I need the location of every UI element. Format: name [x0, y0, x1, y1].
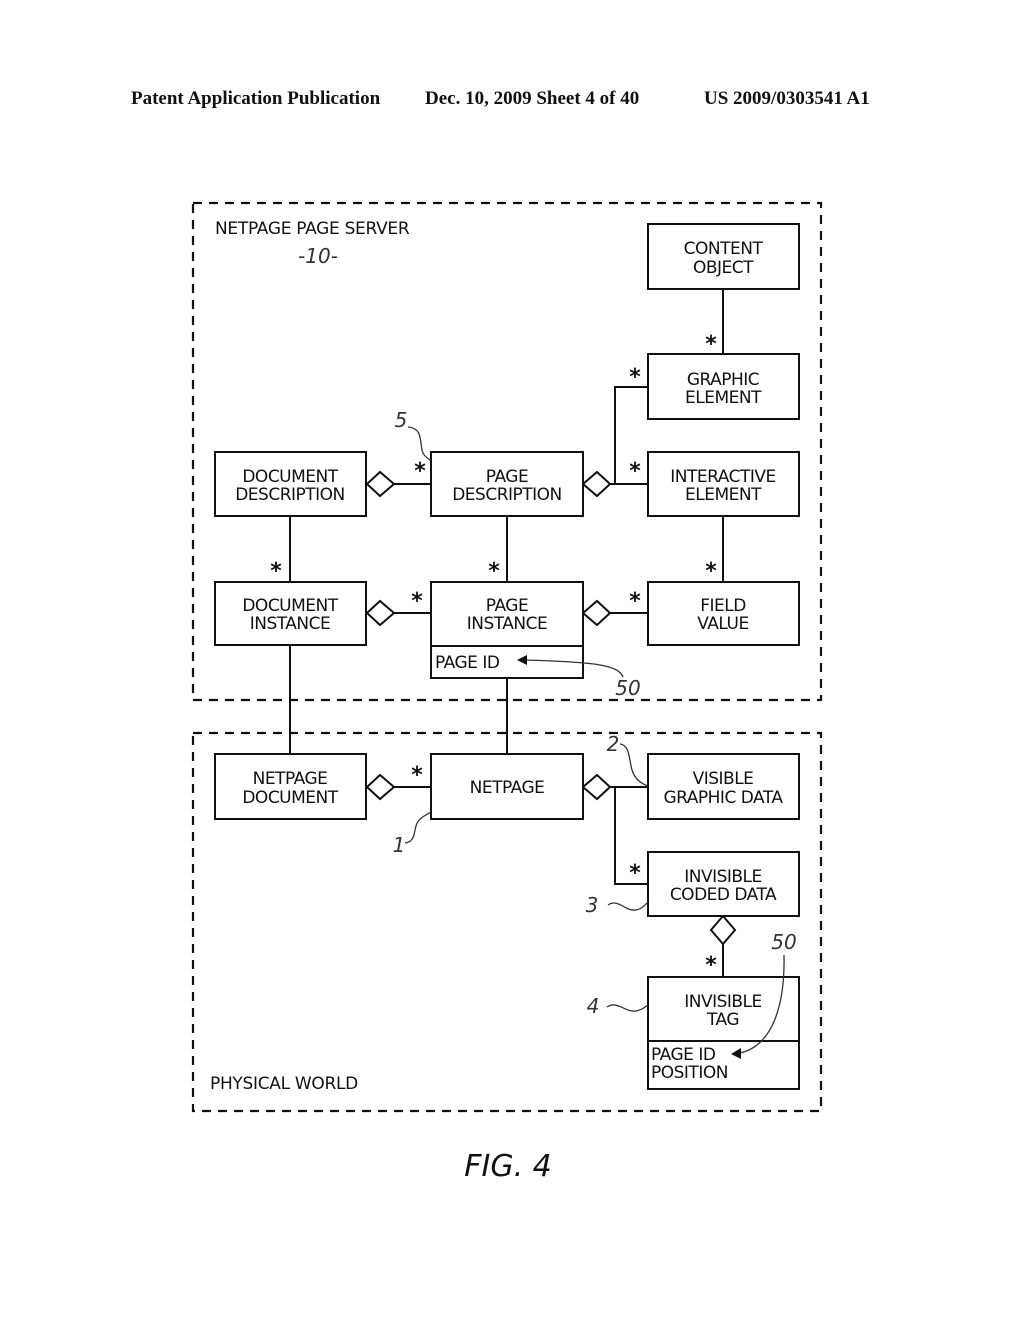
- box-label: DOCUMENT: [242, 788, 338, 808]
- multiplicity-star: *: [488, 559, 500, 584]
- box-label: DESCRIPTION: [235, 485, 345, 505]
- server-ref-number: -10-: [298, 244, 338, 268]
- leader-line: [619, 743, 649, 787]
- server-region-label: NETPAGE PAGE SERVER: [215, 219, 410, 239]
- leader-line: [407, 426, 432, 462]
- multiplicity-star: *: [629, 365, 641, 390]
- box-label: TAG: [706, 1010, 739, 1030]
- box-label: ELEMENT: [685, 388, 762, 408]
- figure-caption: FIG. 4: [464, 1149, 552, 1184]
- multiplicity-star: *: [629, 861, 641, 886]
- box-label: NETPAGE: [470, 778, 545, 798]
- box-visible-graphic-data: VISIBLE GRAPHIC DATA: [647, 753, 800, 820]
- ref-1: 1: [393, 833, 406, 857]
- box-label: INTERACTIVE: [670, 467, 775, 487]
- multiplicity-star: *: [629, 459, 641, 484]
- box-label: INVISIBLE: [684, 992, 762, 1012]
- ref-50-tag: 50: [771, 930, 796, 954]
- diamond-icon: [581, 599, 612, 627]
- box-label: PAGE: [486, 596, 528, 616]
- box-document-description: DOCUMENT DESCRIPTION: [214, 451, 367, 517]
- attribute-page-id: PAGE ID: [435, 653, 500, 673]
- diamond-icon: [365, 773, 396, 801]
- box-label: ELEMENT: [685, 485, 762, 505]
- box-label: FIELD: [700, 596, 746, 616]
- box-content-object: CONTENT OBJECT: [647, 223, 800, 290]
- box-invisible-coded-data: INVISIBLE CODED DATA: [647, 851, 800, 917]
- box-label: DOCUMENT: [242, 596, 338, 616]
- box-label: CONTENT: [684, 239, 764, 259]
- diamond-icon: [581, 773, 612, 801]
- box-label: CODED DATA: [670, 885, 777, 905]
- box-label: DESCRIPTION: [452, 485, 562, 505]
- box-label: INVISIBLE: [684, 867, 762, 887]
- box-label: DOCUMENT: [242, 467, 338, 487]
- multiplicity-star: *: [705, 559, 717, 584]
- box-label: OBJECT: [693, 258, 754, 278]
- leader-line: [606, 1004, 649, 1012]
- box-document-instance: DOCUMENT INSTANCE: [214, 581, 367, 646]
- multiplicity-star: *: [270, 559, 282, 584]
- multiplicity-star: *: [629, 589, 641, 614]
- ref-2: 2: [607, 732, 620, 756]
- box-graphic-element: GRAPHIC ELEMENT: [647, 353, 800, 420]
- box-invisible-tag: INVISIBLE TAG PAGE ID POSITION: [647, 976, 800, 1090]
- ref-50-server: 50: [615, 676, 640, 700]
- diamond-icon: [581, 470, 612, 498]
- leader-line: [607, 901, 649, 911]
- multiplicity-star: *: [414, 459, 426, 484]
- box-label: VISIBLE: [693, 769, 754, 789]
- box-label: GRAPHIC: [687, 370, 759, 390]
- uml-diagram: NETPAGE PAGE SERVER -10- PHYSICAL WORLD: [191, 201, 823, 1184]
- box-label: INSTANCE: [250, 614, 331, 634]
- diamond-icon: [709, 914, 737, 946]
- box-field-value: FIELD VALUE: [647, 581, 800, 646]
- attribute-position: POSITION: [651, 1063, 728, 1083]
- leader-line: [404, 811, 432, 844]
- box-label: VALUE: [697, 614, 748, 634]
- box-page-instance: PAGE INSTANCE PAGE ID: [430, 581, 584, 679]
- box-label: INSTANCE: [467, 614, 548, 634]
- box-label: PAGE: [486, 467, 528, 487]
- diamond-icon: [365, 599, 396, 627]
- box-label: GRAPHIC DATA: [663, 788, 783, 808]
- attribute-page-id: PAGE ID: [651, 1045, 716, 1065]
- box-netpage: NETPAGE: [430, 753, 584, 820]
- box-netpage-document: NETPAGE DOCUMENT: [214, 753, 367, 820]
- diamond-icon: [365, 470, 396, 498]
- ref-3: 3: [586, 893, 599, 917]
- ref-5: 5: [395, 408, 408, 432]
- multiplicity-star: *: [411, 589, 423, 614]
- multiplicity-star: *: [411, 763, 423, 788]
- physical-region-label: PHYSICAL WORLD: [210, 1074, 358, 1094]
- multiplicity-star: *: [705, 953, 717, 978]
- ref-4: 4: [587, 994, 600, 1018]
- box-interactive-element: INTERACTIVE ELEMENT: [647, 451, 800, 517]
- box-label: NETPAGE: [253, 769, 328, 789]
- box-page-description: PAGE DESCRIPTION: [430, 451, 584, 517]
